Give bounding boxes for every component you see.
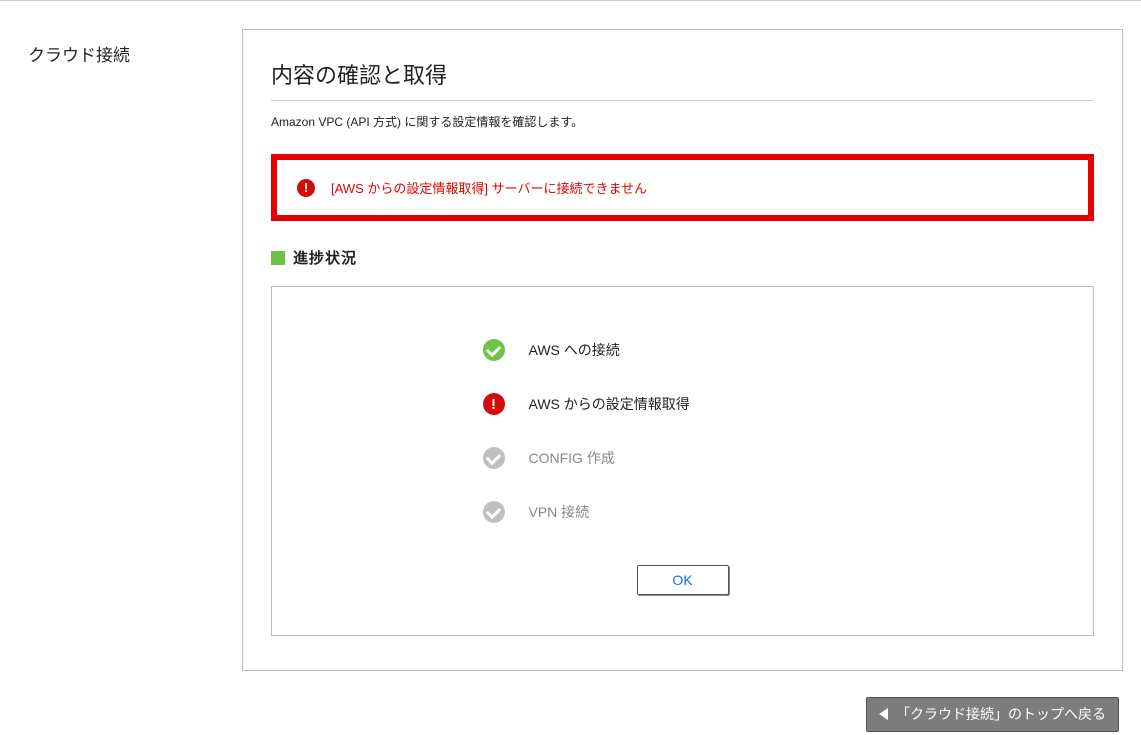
step-label: VPN 接続 (529, 502, 590, 522)
error-alert: [AWS からの設定情報取得] サーバーに接続できません (271, 154, 1094, 221)
step-aws-connect: AWS への接続 (483, 323, 883, 377)
back-to-top-button[interactable]: 「クラウド接続」のトップへ戻る (866, 697, 1119, 732)
step-list: AWS への接続 AWS からの設定情報取得 CONFIG 作成 VPN 接続 (483, 323, 883, 539)
progress-heading: 進捗状況 (271, 247, 1094, 268)
pending-check-icon (483, 501, 505, 523)
step-label: AWS への接続 (529, 340, 620, 360)
triangle-left-icon (879, 708, 888, 720)
main-panel: 内容の確認と取得 Amazon VPC (API 方式) に関する設定情報を確認… (242, 29, 1123, 671)
step-config-create: CONFIG 作成 (483, 431, 883, 485)
step-label: CONFIG 作成 (529, 448, 615, 468)
ok-button[interactable]: OK (637, 565, 729, 595)
progress-heading-label: 進捗状況 (293, 247, 357, 268)
check-icon (483, 339, 505, 361)
progress-box: AWS への接続 AWS からの設定情報取得 CONFIG 作成 VPN 接続 … (271, 286, 1094, 636)
step-aws-config-fetch: AWS からの設定情報取得 (483, 377, 883, 431)
step-vpn-connect: VPN 接続 (483, 485, 883, 539)
alert-icon (297, 179, 315, 197)
pending-check-icon (483, 447, 505, 469)
alert-text: [AWS からの設定情報取得] サーバーに接続できません (331, 178, 647, 197)
step-label: AWS からの設定情報取得 (529, 394, 690, 414)
side-title: クラウド接続 (28, 29, 218, 671)
back-to-top-label: 「クラウド接続」のトップへ戻る (896, 704, 1106, 724)
page-subtitle: Amazon VPC (API 方式) に関する設定情報を確認します。 (271, 113, 1094, 130)
square-marker-icon (271, 251, 285, 265)
page-title: 内容の確認と取得 (271, 58, 1094, 101)
error-icon (483, 393, 505, 415)
